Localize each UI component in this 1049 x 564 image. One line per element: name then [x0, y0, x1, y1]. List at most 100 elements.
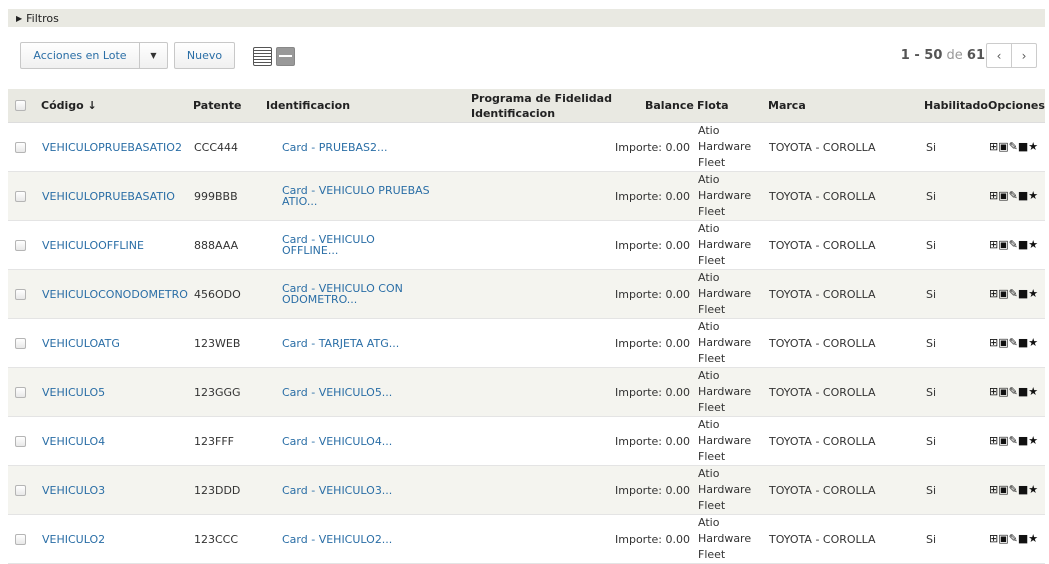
edit-icon[interactable]: ✎ — [1009, 531, 1018, 547]
identificacion-link[interactable]: Card - VEHICULO4... — [282, 436, 392, 447]
header-habilitado[interactable]: Habilitado — [924, 89, 988, 122]
split-icon[interactable]: ⊞ — [989, 286, 998, 302]
star-icon[interactable]: ★ — [1028, 286, 1038, 302]
edit-icon[interactable]: ✎ — [1009, 384, 1018, 400]
codigo-link[interactable]: VEHICULOPRUEBASATIO2 — [42, 123, 182, 171]
identificacion-link[interactable]: Card - VEHICULO PRUEBAS ATIO... — [282, 185, 432, 207]
star-icon[interactable]: ★ — [1028, 531, 1038, 547]
options-cell: ⊞ ▣ ✎ ■ ★ — [989, 221, 1038, 269]
comment-icon[interactable]: ▣ — [998, 433, 1008, 449]
row-checkbox[interactable] — [15, 435, 26, 447]
split-icon[interactable]: ⊞ — [989, 139, 998, 155]
identificacion-link[interactable]: Card - VEHICULO3... — [282, 485, 392, 496]
identificacion-link[interactable]: Card - PRUEBAS2... — [282, 142, 388, 153]
header-programa-line1: Programa de Fidelidad — [471, 91, 612, 105]
star-icon[interactable]: ★ — [1028, 433, 1038, 449]
table-row: VEHICULOPRUEBASATIO 999BBB Card - VEHICULO… — [8, 172, 1045, 221]
row-checkbox[interactable] — [15, 484, 26, 496]
edit-icon[interactable]: ✎ — [1009, 335, 1018, 351]
comment-icon[interactable]: ▣ — [998, 531, 1008, 547]
edit-icon[interactable]: ✎ — [1009, 237, 1018, 253]
identificacion-link[interactable]: Card - VEHICULO OFFLINE... — [282, 234, 432, 256]
lock-icon[interactable]: ■ — [1018, 286, 1028, 302]
split-icon[interactable]: ⊞ — [989, 384, 998, 400]
header-flota[interactable]: Flota — [697, 89, 729, 122]
star-icon[interactable]: ★ — [1028, 482, 1038, 498]
identificacion-link[interactable]: Card - VEHICULO2... — [282, 534, 392, 545]
split-icon[interactable]: ⊞ — [989, 188, 998, 204]
edit-icon[interactable]: ✎ — [1009, 188, 1018, 204]
lock-icon[interactable]: ■ — [1018, 482, 1028, 498]
header-patente[interactable]: Patente — [193, 89, 241, 122]
comment-icon[interactable]: ▣ — [998, 335, 1008, 351]
codigo-link[interactable]: VEHICULO4 — [42, 417, 105, 465]
split-icon[interactable]: ⊞ — [989, 335, 998, 351]
header-identificacion[interactable]: Identificacion — [266, 89, 350, 122]
comment-icon[interactable]: ▣ — [998, 286, 1008, 302]
lock-icon[interactable]: ■ — [1018, 433, 1028, 449]
comment-icon[interactable]: ▣ — [998, 482, 1008, 498]
select-all-checkbox[interactable] — [15, 100, 26, 111]
edit-icon[interactable]: ✎ — [1009, 482, 1018, 498]
header-balance[interactable]: Balance — [645, 89, 694, 122]
star-icon[interactable]: ★ — [1028, 335, 1038, 351]
bulk-actions-dropdown-button[interactable]: ▼ — [139, 42, 168, 69]
edit-icon[interactable]: ✎ — [1009, 433, 1018, 449]
codigo-link[interactable]: VEHICULO3 — [42, 466, 105, 514]
lock-icon[interactable]: ■ — [1018, 384, 1028, 400]
row-checkbox[interactable] — [15, 239, 26, 251]
lock-icon[interactable]: ■ — [1018, 335, 1028, 351]
lock-icon[interactable]: ■ — [1018, 237, 1028, 253]
identificacion-link[interactable]: Card - VEHICULO5... — [282, 387, 392, 398]
comment-icon[interactable]: ▣ — [998, 237, 1008, 253]
comment-icon[interactable]: ▣ — [998, 384, 1008, 400]
row-checkbox[interactable] — [15, 337, 26, 349]
lock-icon[interactable]: ■ — [1018, 139, 1028, 155]
row-checkbox[interactable] — [15, 386, 26, 398]
split-icon[interactable]: ⊞ — [989, 482, 998, 498]
codigo-link[interactable]: VEHICULOCONODOMETRO — [42, 270, 188, 318]
identificacion-link[interactable]: Card - TARJETA ATG... — [282, 338, 399, 349]
patente-cell: 888AAA — [194, 238, 239, 252]
split-icon[interactable]: ⊞ — [989, 237, 998, 253]
marca-cell: TOYOTA - COROLLA — [769, 385, 876, 399]
star-icon[interactable]: ★ — [1028, 139, 1038, 155]
prev-page-button[interactable]: ‹ — [986, 43, 1012, 68]
options-cell: ⊞ ▣ ✎ ■ ★ — [989, 466, 1038, 514]
star-icon[interactable]: ★ — [1028, 188, 1038, 204]
split-icon[interactable]: ⊞ — [989, 531, 998, 547]
codigo-link[interactable]: VEHICULOOFFLINE — [42, 221, 144, 269]
filters-toggle[interactable]: ▶ Filtros — [8, 9, 1045, 27]
edit-icon[interactable]: ✎ — [1009, 139, 1018, 155]
next-page-button[interactable]: › — [1011, 43, 1037, 68]
row-checkbox[interactable] — [15, 533, 26, 545]
row-checkbox[interactable] — [15, 288, 26, 300]
grid-view-icon[interactable] — [276, 47, 295, 66]
codigo-link[interactable]: VEHICULO5 — [42, 368, 105, 416]
comment-icon[interactable]: ▣ — [998, 139, 1008, 155]
marca-cell: TOYOTA - COROLLA — [769, 140, 876, 154]
pagination-of: de — [946, 48, 963, 63]
new-button[interactable]: Nuevo — [174, 42, 235, 69]
codigo-link[interactable]: VEHICULOPRUEBASATIO — [42, 172, 175, 220]
header-codigo[interactable]: Código ↓ — [41, 89, 97, 122]
vehicles-table: Código ↓ Patente Identificacion Programa… — [8, 89, 1045, 564]
flota-cell: Atio Hardware Fleet — [698, 417, 751, 465]
header-marca[interactable]: Marca — [768, 89, 806, 122]
bulk-actions-button[interactable]: Acciones en Lote — [20, 42, 140, 69]
row-checkbox[interactable] — [15, 190, 26, 202]
row-checkbox[interactable] — [15, 141, 26, 153]
edit-icon[interactable]: ✎ — [1009, 286, 1018, 302]
star-icon[interactable]: ★ — [1028, 237, 1038, 253]
marca-cell: TOYOTA - COROLLA — [769, 238, 876, 252]
split-icon[interactable]: ⊞ — [989, 433, 998, 449]
header-programa[interactable]: Programa de Fidelidad Identificacion — [471, 89, 612, 122]
table-row: VEHICULO3 123DDD Card - VEHICULO3... Import… — [8, 466, 1045, 515]
lock-icon[interactable]: ■ — [1018, 188, 1028, 204]
lock-icon[interactable]: ■ — [1018, 531, 1028, 547]
list-view-icon[interactable] — [253, 47, 272, 66]
identificacion-link[interactable]: Card - VEHICULO CON ODOMETRO... — [282, 283, 432, 305]
star-icon[interactable]: ★ — [1028, 384, 1038, 400]
comment-icon[interactable]: ▣ — [998, 188, 1008, 204]
codigo-link[interactable]: VEHICULOATG — [42, 319, 120, 367]
